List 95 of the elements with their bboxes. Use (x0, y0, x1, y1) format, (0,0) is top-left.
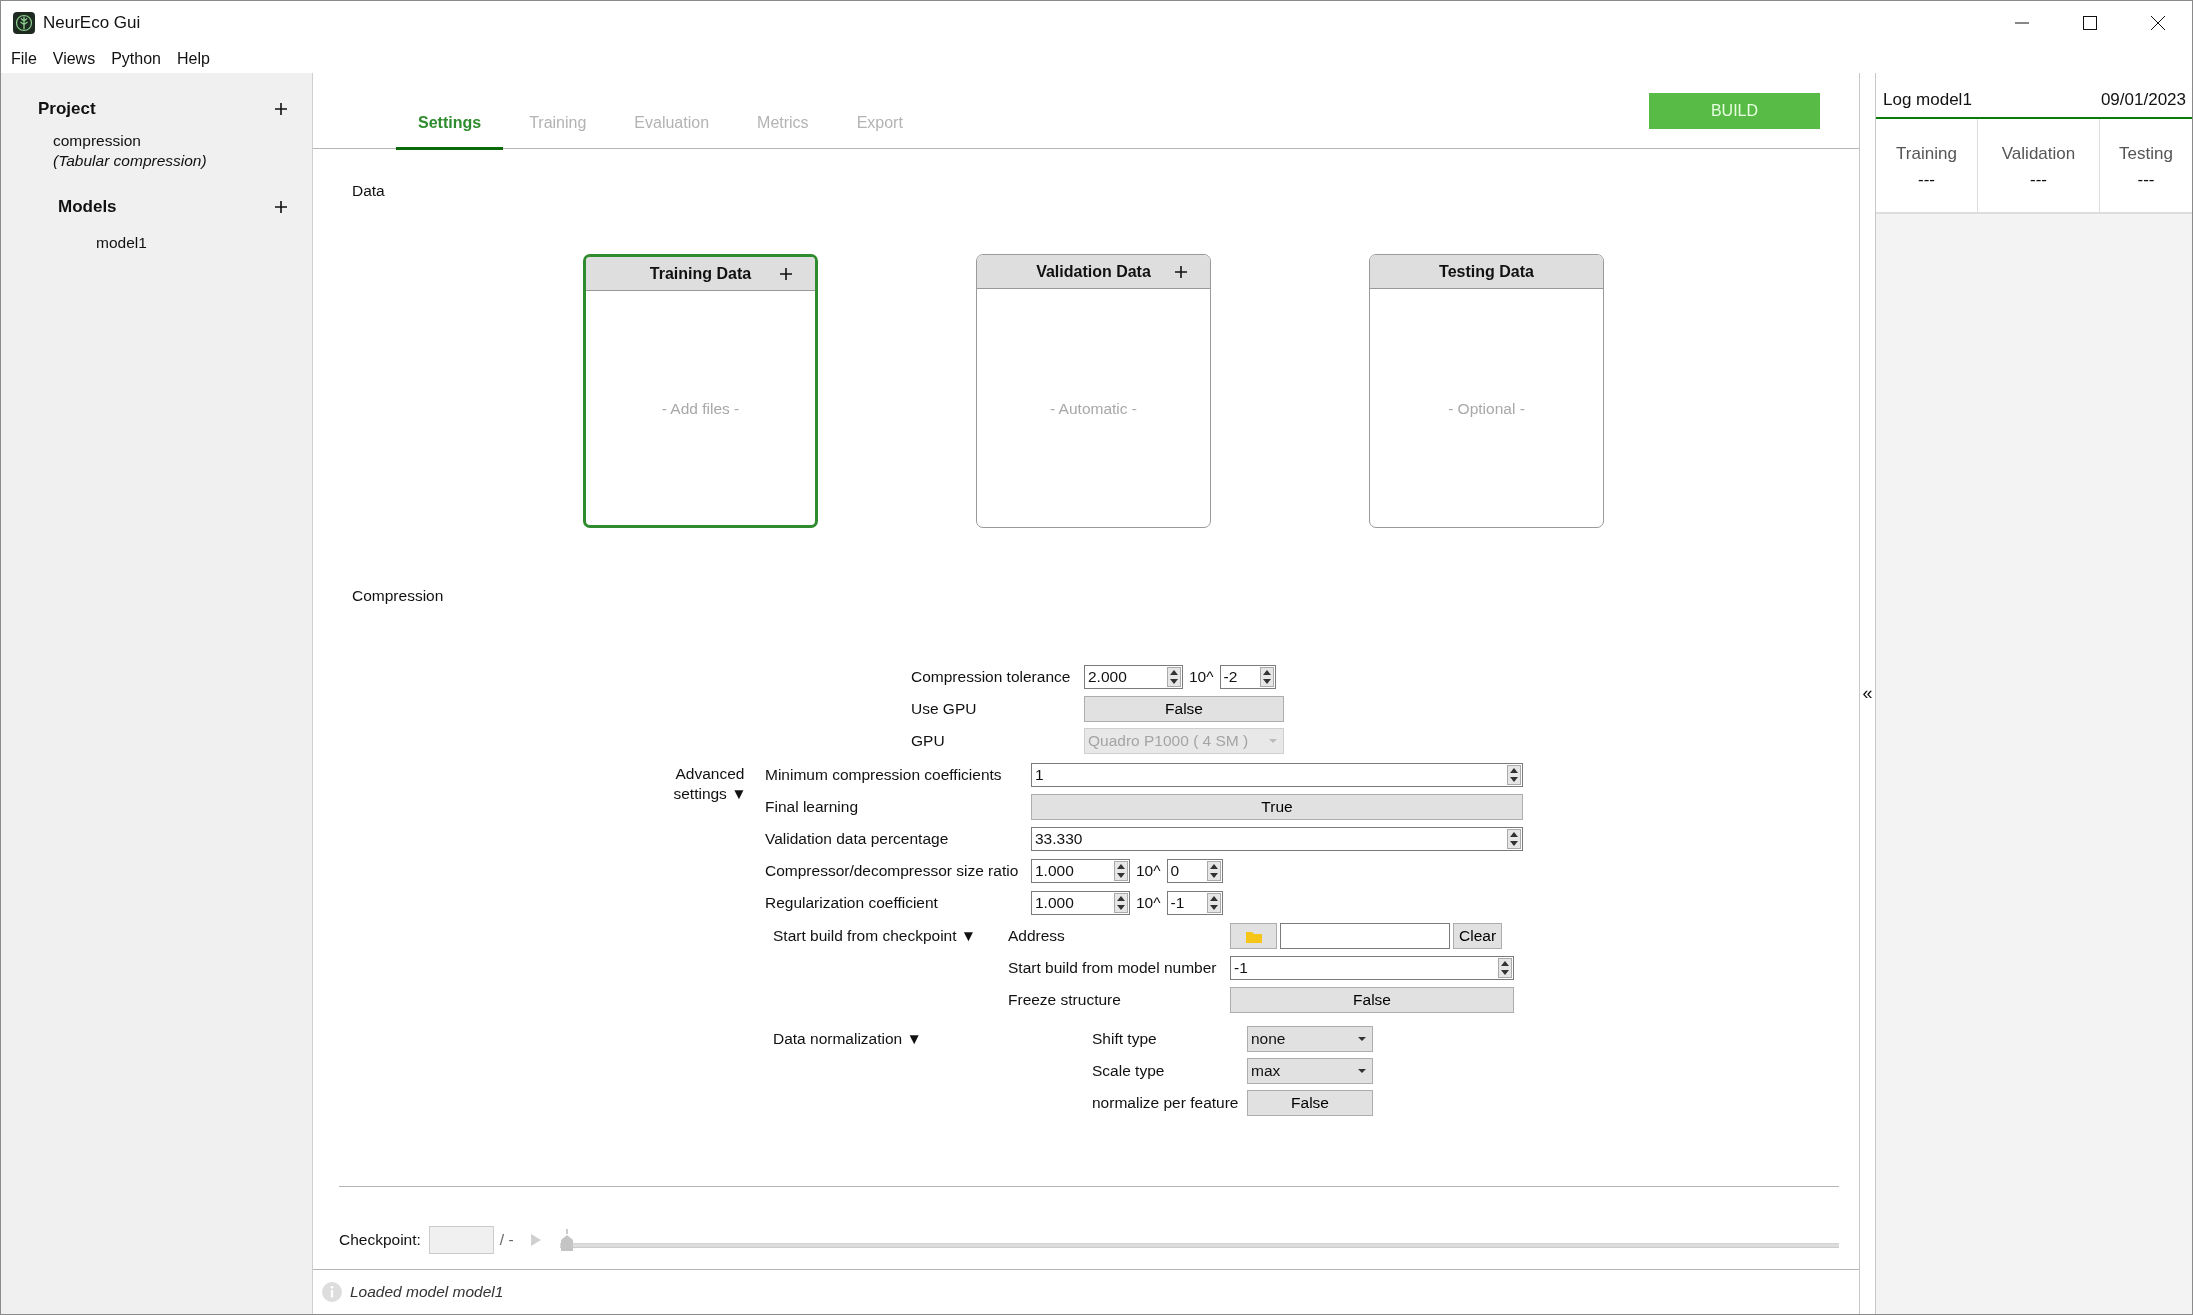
field-label: Minimum compression coefficients (765, 765, 1003, 786)
section-heading: Models (58, 196, 117, 219)
field-label: Regularization coefficient (765, 893, 939, 914)
menu-item[interactable]: Help (177, 47, 210, 71)
spin-box[interactable]: -2 (1219, 665, 1276, 689)
column-label: Training (1896, 143, 1957, 165)
checkpoint-label: Checkpoint: (339, 1230, 421, 1251)
menu-item[interactable]: Views (52, 47, 96, 71)
column-value: --- (1918, 168, 1935, 191)
field-label: Compression tolerance (911, 667, 1072, 688)
collapse-handle[interactable]: « (1862, 680, 1873, 707)
data-card[interactable]: Training Data - Add files - (583, 254, 818, 529)
plus-icon[interactable] (274, 102, 288, 116)
model-item[interactable]: model1 (1, 231, 312, 255)
caret-icon (1358, 1069, 1366, 1073)
spin-box[interactable]: 1.000 (1031, 859, 1130, 883)
menu-item[interactable]: File (11, 47, 37, 71)
card-title: Validation Data (1036, 261, 1151, 282)
spin-box[interactable]: 1 (1031, 763, 1523, 787)
spin-box[interactable]: 0 (1166, 859, 1223, 883)
column-value: --- (2137, 168, 2155, 191)
plus-icon[interactable] (779, 266, 793, 281)
spin-arrows-icon[interactable] (1167, 667, 1181, 687)
section-label: Compression (352, 586, 445, 607)
spin-arrows-icon[interactable] (1114, 861, 1128, 881)
section-label: Data (352, 181, 386, 201)
field-label: Use GPU (911, 699, 978, 720)
window-title: NeurEco Gui (43, 12, 141, 35)
project-type: (Tabular compression) (52, 151, 208, 171)
spin-arrows-icon[interactable] (1507, 765, 1521, 785)
spin-arrows-icon[interactable] (1259, 667, 1274, 687)
address-field[interactable] (1280, 923, 1450, 949)
app-logo-icon (13, 12, 35, 34)
data-card[interactable]: Validation Data - Automatic - (976, 254, 1211, 529)
log-date: 09/01/2023 (2100, 89, 2186, 112)
card-hint: - Optional - (1448, 398, 1525, 419)
field-label: Validation data percentage (765, 829, 950, 850)
field-label: normalize per feature (1092, 1093, 1240, 1114)
toggle-button[interactable]: False (1247, 1090, 1373, 1116)
dropdown: Quadro P1000 ( 4 SM ) (1084, 728, 1284, 754)
toggle-button[interactable]: False (1230, 987, 1514, 1013)
card-hint: - Add files - (661, 398, 740, 419)
exponent-label: 10^ (1136, 861, 1161, 882)
spin-box[interactable]: 2.000 (1084, 665, 1183, 689)
spin-arrows-icon[interactable] (1507, 829, 1521, 849)
dropdown[interactable]: max (1247, 1058, 1373, 1084)
card-title: Testing Data (1439, 261, 1534, 282)
checkpoint-total: / - (499, 1230, 514, 1251)
dropdown[interactable]: none (1247, 1026, 1373, 1052)
menu-item[interactable]: Python (111, 47, 161, 71)
card-title: Training Data (649, 263, 752, 284)
checkpoint-field[interactable] (428, 1226, 494, 1254)
spin-box[interactable]: 1.000 (1031, 891, 1130, 915)
clear-button[interactable]: Clear (1453, 923, 1503, 949)
spin-box[interactable]: -1 (1230, 956, 1514, 980)
caret-icon (1269, 739, 1277, 743)
spin-arrows-icon[interactable] (1114, 893, 1128, 913)
spin-box[interactable]: 33.330 (1031, 827, 1523, 851)
toggle-button[interactable]: True (1031, 794, 1523, 820)
section-heading: Project (38, 98, 96, 121)
info-icon (322, 1282, 342, 1302)
log-title: Log model1 (1883, 89, 1972, 112)
project-name[interactable]: compression (1, 131, 312, 151)
field-label: Final learning (765, 797, 860, 818)
slider-thumb[interactable] (559, 1229, 574, 1251)
field-label: Start build from model number (1008, 958, 1218, 979)
status-message: Loaded model model1 (350, 1282, 504, 1303)
plus-icon[interactable] (1174, 264, 1188, 279)
column-label: Testing (2119, 143, 2173, 165)
column-value: --- (2030, 168, 2047, 191)
section-toggle[interactable]: Advanced settings ▼ (667, 759, 765, 919)
field-label: Address (1008, 926, 1066, 947)
maximize-icon[interactable] (2082, 15, 2098, 31)
folder-icon (1245, 929, 1262, 943)
field-label: Compressor/decompressor size ratio (765, 861, 1020, 882)
section-toggle[interactable]: Data normalization ▼ (773, 1023, 1092, 1119)
caret-icon (1358, 1037, 1366, 1041)
exponent-label: 10^ (1189, 667, 1214, 688)
tab[interactable]: Settings (396, 111, 504, 150)
section-toggle[interactable]: Start build from checkpoint ▼ (773, 920, 1008, 1016)
spin-arrows-icon[interactable] (1498, 958, 1512, 978)
card-hint: - Automatic - (1050, 398, 1137, 419)
field-label: Shift type (1092, 1029, 1158, 1050)
toggle-button[interactable]: False (1084, 696, 1284, 722)
field-label: Scale type (1092, 1061, 1166, 1082)
data-card[interactable]: Testing Data - Optional - (1369, 254, 1604, 529)
exponent-label: 10^ (1136, 893, 1161, 914)
spin-arrows-icon[interactable] (1206, 893, 1221, 913)
field-label: GPU (911, 731, 946, 752)
plus-icon[interactable] (274, 200, 288, 214)
field-label: Freeze structure (1008, 990, 1122, 1011)
spin-arrows-icon[interactable] (1206, 861, 1221, 881)
close-icon[interactable] (2150, 15, 2166, 31)
column-label: Validation (2001, 143, 2076, 165)
spin-box[interactable]: -1 (1166, 891, 1223, 915)
